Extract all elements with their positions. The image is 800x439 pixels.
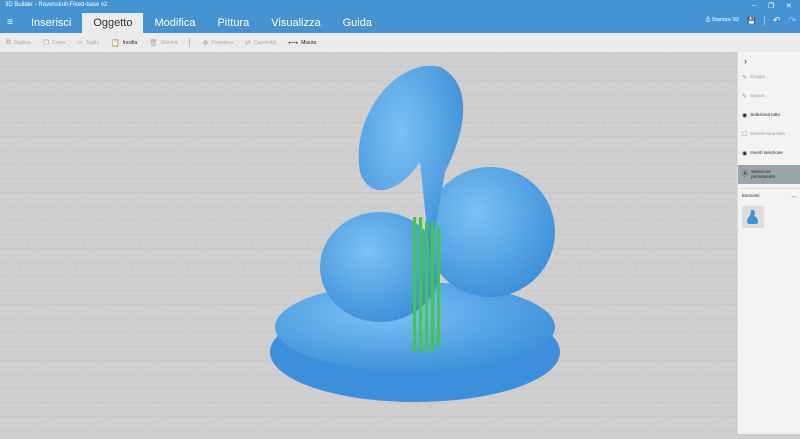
label: Separa [750,93,765,98]
label: Copia [51,39,66,46]
copy-icon: ❐ [42,39,49,47]
hamburger-menu-icon[interactable]: ≡ [0,13,20,33]
select-all-button[interactable]: ◉ Seleziona tutto [738,108,800,127]
deselect-all-button[interactable]: ☐ Deseleziona tutto [738,127,800,146]
label: Taglia [85,39,99,46]
select-all-icon: ◉ [742,113,748,119]
right-panel: › ✎ Gruppo ✎ Separa ◉ Seleziona tutto ☐ Dese… [737,52,800,434]
group-button[interactable]: ✎ Gruppo [738,70,800,89]
label: Duplica [14,39,31,46]
printer-icon: ⎙ [705,17,711,23]
duplicate-button[interactable]: ⧉ Duplica [6,39,31,47]
elements-header[interactable]: Elementi ︿ [738,188,800,203]
measure-button[interactable]: ⟷ Misura [288,39,316,47]
window-title: 3D Builder - Ravenskull-Fixed-base v2 [5,2,108,8]
minimize-button[interactable]: – [752,2,756,9]
label: Selezione permanente [751,169,776,179]
save-icon[interactable]: 💾 [747,17,756,25]
ruler-icon: ⟷ [288,39,299,47]
delete-button[interactable]: 🗑 Elimina [149,39,177,47]
copy-button[interactable]: ❐ Copia [43,39,65,47]
elements-label: Elementi [742,193,760,198]
position-icon: ✥ [202,39,209,47]
chevron-up-icon[interactable]: ︿ [792,193,797,199]
print-3d-label: Stampa 3D [711,17,740,23]
permanent-selection-icon: Ⓐ [742,172,749,178]
tab-visualizza[interactable]: Visualizza [260,13,331,33]
label: Deseleziona tutto [750,131,786,136]
deselect-icon: ☐ [742,132,748,138]
print-3d-button[interactable]: ⎙ Stampa 3D [706,17,739,24]
label: Gruppo [750,74,766,79]
trash-icon: 🗑 [149,39,159,47]
menu-tabs: ≡ Inserisci Oggetto Modifica Pittura Vis… [0,13,383,33]
separate-icon: ✎ [742,94,748,100]
label: Elimina [161,39,178,46]
label: Inverti selezione [750,150,783,155]
invert-selection-button[interactable]: ◉ Inverti selezione [738,146,800,165]
flip-button[interactable]: ⇄ Capovolgi [245,39,276,47]
3d-viewport[interactable] [0,52,737,434]
title-bar: 3D Builder - Ravenskull-Fixed-base v2 – … [0,0,800,33]
tab-modifica[interactable]: Modifica [143,13,206,33]
position-button[interactable]: ✥ Posiziona [202,39,233,47]
collapse-panel-button[interactable]: › [738,52,800,70]
cut-button[interactable]: ✂ Taglia [77,39,99,47]
permanent-selection-button[interactable]: Ⓐ Selezione permanente [738,165,800,184]
label: Incolla [122,39,138,46]
paste-button[interactable]: 📋 Incolla [111,39,137,47]
tab-pittura[interactable]: Pittura [206,13,260,33]
label: Posiziona [211,39,234,46]
label: Seleziona tutto [750,112,781,117]
tab-guida[interactable]: Guida [332,13,383,33]
toolbar: ⧉ Duplica ❐ Copia ✂ Taglia 📋 Incolla 🗑 Elimin… [0,33,800,52]
scene[interactable] [0,52,737,434]
redo-icon[interactable]: ↷ [788,15,796,26]
tab-inserisci[interactable]: Inserisci [20,13,82,33]
invert-icon: ◉ [742,151,748,157]
tab-oggetto[interactable]: Oggetto [82,13,144,33]
maximize-button[interactable]: ❐ [768,2,774,10]
scissors-icon: ✂ [77,39,83,47]
paste-icon: 📋 [111,39,120,47]
label: Capovolgi [253,39,277,46]
separate-button[interactable]: ✎ Separa [738,89,800,108]
duplicate-icon: ⧉ [6,38,11,46]
label: Misura [301,39,317,46]
group-icon: ✎ [742,75,748,81]
undo-icon[interactable]: ↶ [773,15,781,26]
divider [189,38,191,47]
flip-icon: ⇄ [245,39,251,47]
element-thumbnail[interactable] [742,206,764,228]
close-button[interactable]: ✕ [786,2,792,10]
